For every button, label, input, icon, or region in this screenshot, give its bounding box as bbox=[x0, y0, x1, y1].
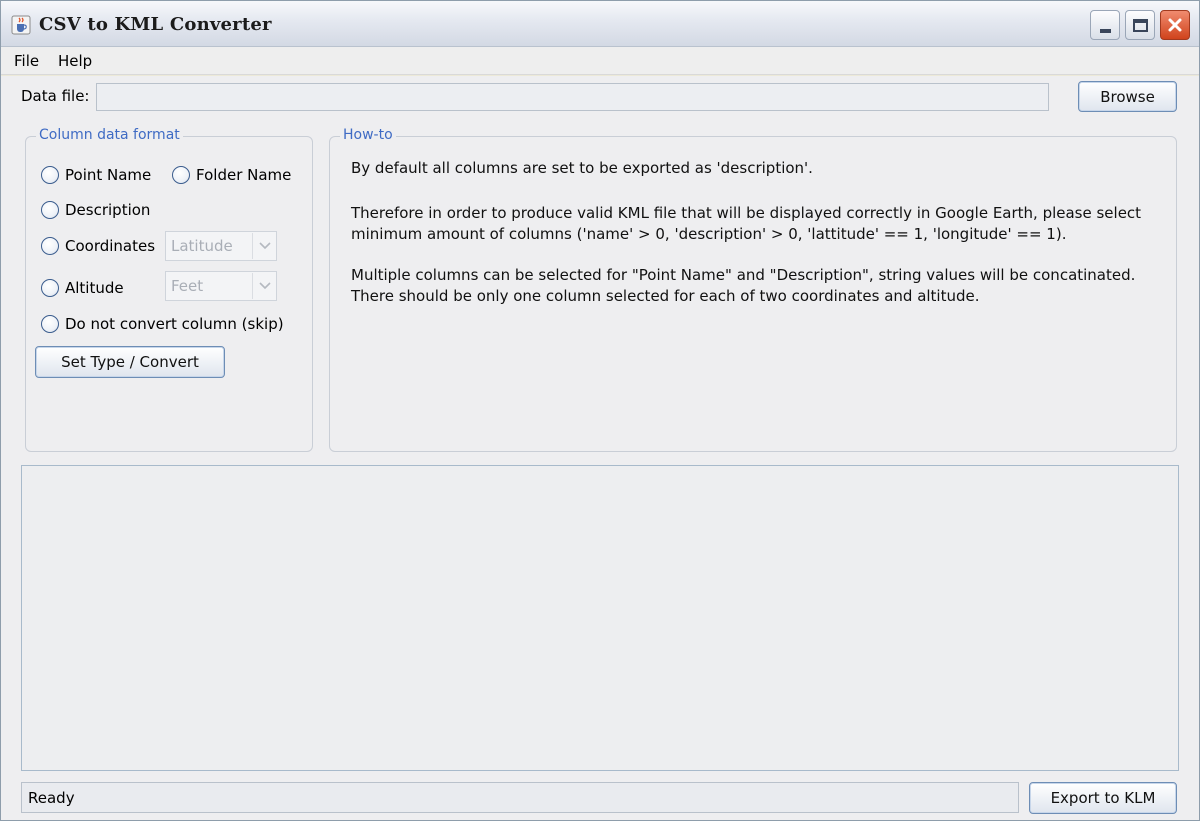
menu-help[interactable]: Help bbox=[58, 52, 92, 70]
howto-line-2: Therefore in order to produce valid KML … bbox=[351, 204, 1142, 222]
maximize-button[interactable] bbox=[1125, 10, 1155, 40]
radio-description-label: Description bbox=[65, 201, 151, 219]
close-button[interactable] bbox=[1160, 10, 1190, 40]
radio-skip-label: Do not convert column (skip) bbox=[65, 315, 284, 333]
radio-button[interactable] bbox=[41, 279, 59, 297]
title-bar[interactable]: CSV to KML Converter bbox=[1, 1, 1199, 47]
column-format-group: Column data format Point Name Folder Nam… bbox=[25, 127, 313, 452]
chevron-down-icon bbox=[252, 233, 276, 259]
window-title: CSV to KML Converter bbox=[39, 14, 272, 35]
altitude-combo[interactable]: Feet bbox=[165, 271, 277, 301]
radio-button[interactable] bbox=[41, 315, 59, 333]
radio-folder-name-label: Folder Name bbox=[196, 166, 292, 184]
close-icon bbox=[1168, 18, 1182, 32]
column-format-title: Column data format bbox=[36, 127, 183, 143]
howto-line-1: By default all columns are set to be exp… bbox=[351, 159, 813, 177]
radio-folder-name[interactable]: Folder Name bbox=[172, 166, 291, 184]
status-field: Ready bbox=[21, 782, 1019, 813]
data-file-label: Data file: bbox=[21, 87, 90, 105]
coordinates-combo[interactable]: Latitude bbox=[165, 231, 277, 261]
radio-button[interactable] bbox=[41, 201, 59, 219]
altitude-combo-value: Feet bbox=[171, 277, 204, 295]
howto-line-4: Multiple columns can be selected for "Po… bbox=[351, 266, 1136, 284]
java-cup-icon bbox=[11, 15, 31, 35]
radio-point-name-label: Point Name bbox=[65, 166, 152, 184]
radio-button[interactable] bbox=[41, 166, 59, 184]
howto-line-3: minimum amount of columns ('name' > 0, '… bbox=[351, 225, 1067, 243]
set-type-convert-button[interactable]: Set Type / Convert bbox=[35, 346, 225, 378]
main-window: CSV to KML Converter File Help Data file… bbox=[0, 0, 1200, 821]
minimize-icon bbox=[1099, 29, 1111, 33]
maximize-icon bbox=[1132, 18, 1148, 32]
howto-title: How-to bbox=[340, 127, 396, 143]
radio-point-name[interactable]: Point Name bbox=[41, 166, 151, 184]
radio-skip[interactable]: Do not convert column (skip) bbox=[41, 315, 284, 333]
radio-button[interactable] bbox=[41, 237, 59, 255]
menu-bar: File Help bbox=[1, 47, 1199, 75]
data-file-input[interactable] bbox=[96, 83, 1049, 111]
coordinates-combo-value: Latitude bbox=[171, 237, 233, 255]
radio-description[interactable]: Description bbox=[41, 201, 150, 219]
minimize-button[interactable] bbox=[1090, 10, 1120, 40]
chevron-down-icon bbox=[252, 273, 276, 299]
browse-button[interactable]: Browse bbox=[1078, 81, 1177, 112]
howto-line-5: There should be only one column selected… bbox=[351, 287, 980, 305]
content-panel: Data file: Browse Column data format Poi… bbox=[1, 76, 1199, 820]
menu-file[interactable]: File bbox=[14, 52, 39, 70]
radio-altitude[interactable]: Altitude bbox=[41, 279, 124, 297]
radio-button[interactable] bbox=[172, 166, 190, 184]
howto-group: How-to By default all columns are set to… bbox=[329, 127, 1177, 452]
export-button[interactable]: Export to KLM bbox=[1029, 782, 1177, 814]
radio-altitude-label: Altitude bbox=[65, 279, 124, 297]
radio-coordinates[interactable]: Coordinates bbox=[41, 237, 155, 255]
data-table-area[interactable] bbox=[21, 465, 1179, 771]
status-text: Ready bbox=[28, 788, 75, 807]
radio-coordinates-label: Coordinates bbox=[65, 237, 156, 255]
